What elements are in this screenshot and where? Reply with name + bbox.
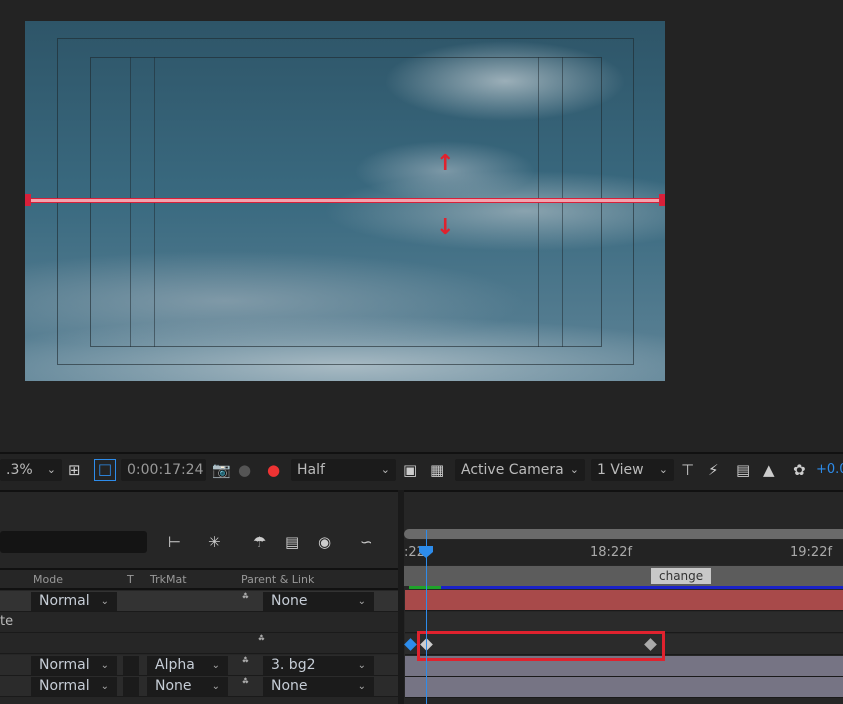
graph-editor-icon[interactable]: ∽ bbox=[360, 533, 373, 551]
mode-dropdown[interactable]: Normal ⌄ bbox=[31, 677, 117, 696]
draft-3d-icon[interactable]: ✳ bbox=[208, 533, 221, 551]
channel-icon[interactable]: ● bbox=[267, 461, 280, 479]
ruler-label: 18:22f bbox=[590, 545, 633, 560]
left-handle[interactable] bbox=[25, 194, 31, 206]
ruler-label: 19:22f bbox=[790, 545, 833, 560]
parent-dropdown[interactable]: None ⌄ bbox=[263, 592, 374, 611]
layer-row[interactable]: Normal ⌄ ؞ None ⌄ bbox=[0, 591, 398, 612]
highlight-box bbox=[417, 631, 665, 661]
timeline-icon[interactable]: ▤ bbox=[736, 461, 750, 479]
property-row[interactable]: ؞ bbox=[0, 633, 398, 654]
mode-dropdown[interactable]: Normal ⌄ bbox=[31, 592, 117, 611]
layer-search-input[interactable] bbox=[0, 531, 147, 553]
arrow-up-icon: ↑ bbox=[436, 151, 455, 176]
layer-row[interactable]: Normal ⌄ None ⌄ ؞ None ⌄ bbox=[0, 676, 398, 697]
property-row[interactable]: te bbox=[0, 612, 398, 633]
preserve-transparency-toggle[interactable] bbox=[123, 677, 139, 696]
reset-exposure-icon[interactable]: ✿ bbox=[793, 461, 806, 479]
composition-viewer[interactable]: ↑ ↓ bbox=[25, 21, 665, 381]
motion-blur-icon[interactable]: ◉ bbox=[318, 533, 331, 551]
render-bar bbox=[409, 586, 843, 589]
marker-bar[interactable]: change bbox=[404, 566, 843, 586]
trkmat-dropdown[interactable]: None ⌄ bbox=[147, 677, 228, 696]
viewer-toolbar: .3% ⌄ ⊞ □ 0:00:17:24 📷 ● ● Half ⌄ ▣ ▦ Acti… bbox=[0, 452, 843, 484]
col-t: T bbox=[127, 573, 134, 586]
arrow-down-icon: ↓ bbox=[436, 215, 455, 240]
layer-bar[interactable] bbox=[405, 677, 843, 698]
panel-divider[interactable] bbox=[398, 490, 404, 704]
column-header: Mode T TrkMat Parent & Link bbox=[0, 568, 398, 590]
trkmat-dropdown[interactable]: Alpha ⌄ bbox=[147, 656, 228, 675]
fast-preview-icon[interactable]: ▣ bbox=[403, 461, 417, 479]
camera-dropdown[interactable]: Active Camera ⌄ bbox=[455, 459, 585, 481]
parent-dropdown[interactable]: 3. bg2 ⌄ bbox=[263, 656, 374, 675]
flowchart-icon[interactable]: ▲ bbox=[763, 461, 775, 479]
property-track bbox=[405, 612, 843, 633]
pick-whip-icon[interactable]: ؞ bbox=[257, 633, 266, 651]
layer-row[interactable]: Normal ⌄ Alpha ⌄ ؞ 3. bg2 ⌄ bbox=[0, 655, 398, 676]
col-trkmat: TrkMat bbox=[150, 573, 187, 586]
transparency-grid-icon[interactable]: □ bbox=[94, 459, 116, 481]
property-label: te bbox=[0, 614, 14, 629]
cached-bar bbox=[409, 586, 441, 589]
work-area-scrollbar[interactable] bbox=[404, 529, 843, 539]
snapshot-icon[interactable]: 📷 bbox=[212, 461, 231, 479]
pick-whip-icon[interactable]: ؞ bbox=[241, 655, 250, 673]
right-handle[interactable] bbox=[659, 194, 665, 206]
toggle-pixel-aspect-icon[interactable]: ⊤ bbox=[681, 461, 694, 479]
selected-layer-line[interactable] bbox=[25, 199, 665, 202]
pick-whip-icon[interactable]: ؞ bbox=[241, 591, 250, 609]
action-safe-guide bbox=[90, 57, 602, 347]
guide-line bbox=[562, 57, 563, 347]
pick-whip-icon[interactable]: ؞ bbox=[241, 676, 250, 694]
time-ruler[interactable]: :22f 18:22f 19:22f bbox=[404, 540, 843, 565]
region-of-interest-icon[interactable]: ⊞ bbox=[68, 461, 81, 479]
parent-dropdown[interactable]: None ⌄ bbox=[263, 677, 374, 696]
guide-line bbox=[154, 57, 155, 347]
resolution-dropdown[interactable]: Half ⌄ bbox=[291, 459, 396, 481]
layer-bar[interactable] bbox=[405, 590, 843, 611]
zoom-dropdown[interactable]: .3% ⌄ bbox=[0, 459, 62, 481]
guide-line bbox=[538, 57, 539, 347]
checkerboard-icon[interactable]: ▦ bbox=[430, 461, 444, 479]
shy-layers-icon[interactable]: ☂ bbox=[253, 533, 266, 551]
preserve-transparency-toggle[interactable] bbox=[123, 656, 139, 675]
mode-dropdown[interactable]: Normal ⌄ bbox=[31, 656, 117, 675]
views-dropdown[interactable]: 1 View ⌄ bbox=[591, 459, 674, 481]
current-time[interactable]: 0:00:17:24 bbox=[121, 459, 206, 481]
comp-marker[interactable]: change bbox=[651, 568, 712, 584]
col-mode: Mode bbox=[33, 573, 63, 586]
exposure-value[interactable]: +0.0 bbox=[816, 461, 843, 479]
fast-previews-icon[interactable]: ⚡ bbox=[708, 461, 719, 479]
show-snapshot-icon[interactable]: ● bbox=[238, 461, 251, 479]
frame-blending-icon[interactable]: ▤ bbox=[285, 533, 299, 551]
guide-line bbox=[130, 57, 131, 347]
composition-flowchart-icon[interactable]: ⊢ bbox=[168, 533, 181, 551]
col-parent: Parent & Link bbox=[241, 573, 315, 586]
